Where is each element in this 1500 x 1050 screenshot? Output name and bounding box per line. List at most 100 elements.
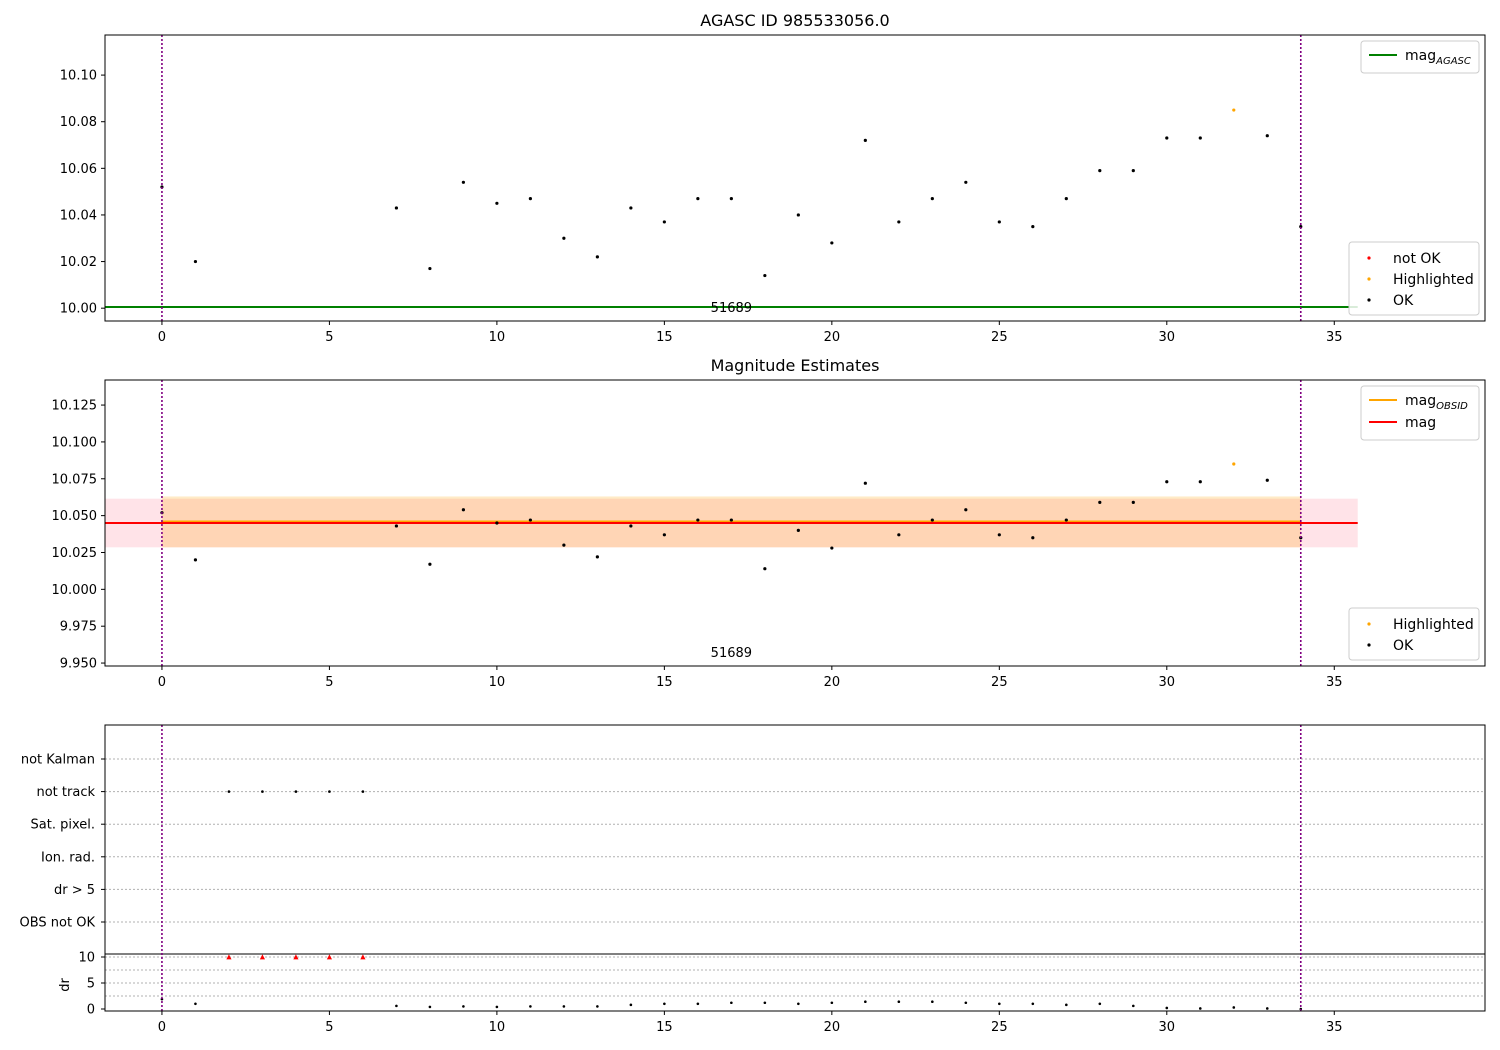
y-tick-label: 10.10 <box>60 69 97 84</box>
x-tick-label: 30 <box>1159 330 1176 345</box>
point-ok <box>495 521 499 525</box>
axes-frame <box>104 34 1486 322</box>
point-ok <box>1265 134 1269 138</box>
point-ok <box>1031 224 1035 229</box>
flag-category-label: OBS not OK <box>20 916 96 931</box>
point-ok <box>696 518 700 522</box>
point-ok <box>1064 197 1068 201</box>
legend-line-main: mag <box>1405 48 1436 64</box>
y-tick-label: 10.075 <box>52 472 98 487</box>
dr-point <box>1031 1002 1035 1006</box>
x-tick-label: 15 <box>656 1020 673 1035</box>
point-ok <box>495 201 499 205</box>
point-ok <box>897 220 901 224</box>
point-ok <box>930 197 934 201</box>
x-tick-label: 15 <box>656 330 673 345</box>
figure: 51689 10.00 10.02 10.04 10.06 10.08 10.10 AGASC… <box>20 11 1486 1035</box>
flag-point <box>261 790 264 793</box>
dr-point <box>897 1000 901 1004</box>
point-ok <box>696 197 700 201</box>
point-ok <box>394 524 399 528</box>
dr-point <box>462 1005 465 1008</box>
legend-line-main: mag <box>1405 393 1436 409</box>
dr-point <box>1232 1006 1236 1009</box>
legend-box <box>1348 607 1480 661</box>
dr-point <box>1065 1003 1068 1007</box>
legend-point-swatch <box>1367 277 1371 281</box>
flag-category-label: Ion. rad. <box>41 850 95 865</box>
point-ok <box>1198 136 1202 140</box>
legend-point-swatch <box>1367 256 1371 260</box>
dr-point <box>194 1002 197 1006</box>
x-tick-label: 0 <box>158 675 166 690</box>
flag-point <box>361 790 365 793</box>
x-tick-label: 5 <box>325 1020 333 1035</box>
x-tick-label: 15 <box>656 675 673 690</box>
x-tick-label: 0 <box>158 1020 166 1035</box>
point-ok <box>662 533 666 537</box>
y-tick-label: 10.025 <box>52 546 98 561</box>
legend-point-label: OK <box>1393 638 1414 654</box>
legend-point-swatch <box>1367 622 1371 626</box>
point-ok <box>428 562 432 566</box>
dr-point <box>529 1005 532 1008</box>
panel-2: 51689 9.950 9.975 10.000 10.025 10.050 10.075 1… <box>52 356 1486 672</box>
panel-1: 51689 10.00 10.02 10.04 10.06 10.08 10.10 AGASC… <box>60 11 1486 322</box>
point-ok <box>528 197 532 201</box>
point-ok <box>1098 169 1102 173</box>
point-ok <box>1198 480 1202 484</box>
dr-point <box>864 1000 867 1004</box>
point-ok <box>830 241 834 245</box>
dr-point <box>797 1002 800 1006</box>
point-ok <box>997 533 1001 537</box>
x-tick-label: 10 <box>489 330 506 345</box>
point-ok <box>595 555 599 559</box>
legend-point-swatch <box>1367 643 1371 647</box>
point-ok <box>629 206 633 210</box>
flag-category-label: Sat. pixel. <box>31 818 95 833</box>
point-ok <box>863 138 867 142</box>
point-ok <box>796 528 800 532</box>
legend-lines: magOBSIDmag <box>1360 385 1480 441</box>
point-ok <box>1131 500 1135 504</box>
dr-tick-label: 0 <box>87 1003 95 1018</box>
dr-point <box>1132 1004 1135 1008</box>
dr-point <box>596 1005 599 1008</box>
x-tick-label: 35 <box>1326 330 1343 345</box>
x-tick-label: 5 <box>325 330 333 345</box>
point-ok <box>1265 478 1269 482</box>
flag-category-label: not Kalman <box>21 753 95 768</box>
x-tick-label: 10 <box>489 1020 506 1035</box>
point-ok <box>1098 500 1102 504</box>
dr-point <box>763 1001 767 1005</box>
dr-point <box>931 1000 934 1004</box>
x-tick-label: 20 <box>824 330 841 345</box>
y-tick-label: 10.08 <box>60 115 97 130</box>
dr-point <box>395 1004 398 1008</box>
x-tick-label: 0 <box>158 330 166 345</box>
axes-frame <box>104 724 1486 1012</box>
x-tick-label: 25 <box>991 675 1008 690</box>
obsid-annotation: 51689 <box>711 646 752 661</box>
point-ok <box>830 546 834 550</box>
dr-point <box>1098 1002 1102 1006</box>
dr-point <box>428 1005 432 1009</box>
flag-category-label: dr > 5 <box>54 883 95 898</box>
point-ok <box>796 213 800 217</box>
point-ok <box>662 220 666 224</box>
flag-category-label: not track <box>36 785 95 800</box>
x-tick-label: 20 <box>824 1020 841 1035</box>
legend-point-label: Highlighted <box>1393 272 1474 288</box>
legend-point-swatch <box>1367 298 1371 302</box>
point-ok <box>763 273 767 278</box>
dr-point <box>730 1001 733 1005</box>
point-ok <box>729 518 733 522</box>
dr-point-flagged <box>326 954 333 960</box>
point-ok <box>629 524 633 528</box>
legend-line-label: mag <box>1405 415 1436 431</box>
point-ok <box>193 558 198 562</box>
dr-axis-label: dr <box>58 978 73 992</box>
flag-point <box>294 790 298 793</box>
panel-3: not Kalman not track Sat. pixel. Ion. rad. d… <box>20 724 1486 1018</box>
x-tick-label: 25 <box>991 330 1008 345</box>
